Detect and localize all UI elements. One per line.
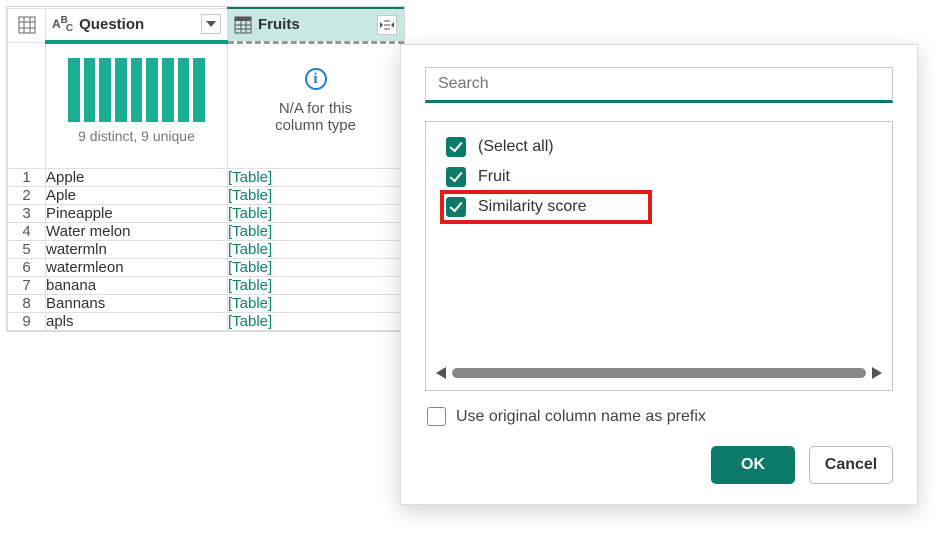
cell-fruits[interactable]: [Table] [228, 222, 404, 240]
na-text: column type [228, 117, 403, 134]
scrollbar-track[interactable] [452, 368, 866, 378]
expand-column-popup: (Select all) Fruit Similarity score Use … [400, 44, 918, 505]
info-icon: i [305, 68, 327, 90]
row-number[interactable]: 3 [8, 204, 46, 222]
cancel-button[interactable]: Cancel [809, 446, 893, 484]
checkbox-checked-icon [446, 197, 466, 217]
column-header-fruits[interactable]: Fruits [228, 8, 404, 42]
row-number[interactable]: 9 [8, 312, 46, 330]
option-label: (Select all) [478, 138, 554, 156]
cell-fruits[interactable]: [Table] [228, 204, 404, 222]
column-profile-fruits: i N/A for this column type [228, 42, 404, 168]
checkbox-unchecked-icon [427, 407, 446, 426]
row-number[interactable]: 6 [8, 258, 46, 276]
distinct-unique-stat: 9 distinct, 9 unique [46, 122, 227, 154]
row-number[interactable]: 2 [8, 186, 46, 204]
ok-button[interactable]: OK [711, 446, 795, 484]
column-label: Question [79, 16, 195, 33]
prefix-label: Use original column name as prefix [456, 408, 706, 426]
cell-fruits[interactable]: [Table] [228, 294, 404, 312]
cell-fruits[interactable]: [Table] [228, 168, 404, 186]
option-label: Similarity score [478, 198, 586, 216]
row-number[interactable]: 5 [8, 240, 46, 258]
distribution-bars [46, 44, 227, 122]
data-grid: ABC Question Fruits [6, 6, 405, 332]
checkbox-checked-icon [446, 137, 466, 157]
use-prefix-checkbox[interactable]: Use original column name as prefix [427, 407, 893, 426]
row-number[interactable]: 4 [8, 222, 46, 240]
scroll-right-icon [872, 367, 882, 379]
cell-question[interactable]: Apple [46, 168, 228, 186]
cell-question[interactable]: watermln [46, 240, 228, 258]
option-select-all[interactable]: (Select all) [442, 132, 892, 162]
option-similarity-score[interactable]: Similarity score [442, 192, 650, 222]
cell-fruits[interactable]: [Table] [228, 240, 404, 258]
cell-fruits[interactable]: [Table] [228, 276, 404, 294]
column-label: Fruits [258, 16, 371, 33]
na-text: N/A for this [228, 100, 403, 117]
option-label: Fruit [478, 168, 510, 186]
cell-question[interactable]: watermleon [46, 258, 228, 276]
dialog-buttons: OK Cancel [425, 446, 893, 484]
cell-question[interactable]: banana [46, 276, 228, 294]
text-type-icon: ABC [52, 15, 73, 34]
cell-fruits[interactable]: [Table] [228, 258, 404, 276]
scroll-left-icon [436, 367, 446, 379]
row-number[interactable]: 7 [8, 276, 46, 294]
table-type-icon [234, 16, 252, 34]
cell-fruits[interactable]: [Table] [228, 186, 404, 204]
column-header-question[interactable]: ABC Question [46, 8, 228, 42]
cell-question[interactable]: Aple [46, 186, 228, 204]
expand-column-icon[interactable] [377, 15, 397, 35]
table-icon [18, 16, 36, 34]
cell-question[interactable]: Water melon [46, 222, 228, 240]
cell-question[interactable]: Pineapple [46, 204, 228, 222]
search-input[interactable] [425, 67, 893, 103]
horizontal-scrollbar[interactable] [436, 364, 882, 382]
filter-dropdown-icon[interactable] [201, 14, 221, 34]
cell-fruits[interactable]: [Table] [228, 312, 404, 330]
profile-gutter [8, 42, 46, 168]
row-number[interactable]: 1 [8, 168, 46, 186]
cell-question[interactable]: Bannans [46, 294, 228, 312]
select-all-rows[interactable] [8, 8, 46, 42]
cell-question[interactable]: apls [46, 312, 228, 330]
checkbox-checked-icon [446, 167, 466, 187]
option-fruit[interactable]: Fruit [442, 162, 892, 192]
column-profile-question: 9 distinct, 9 unique [46, 42, 228, 168]
column-select-list: (Select all) Fruit Similarity score [425, 121, 893, 391]
row-number[interactable]: 8 [8, 294, 46, 312]
